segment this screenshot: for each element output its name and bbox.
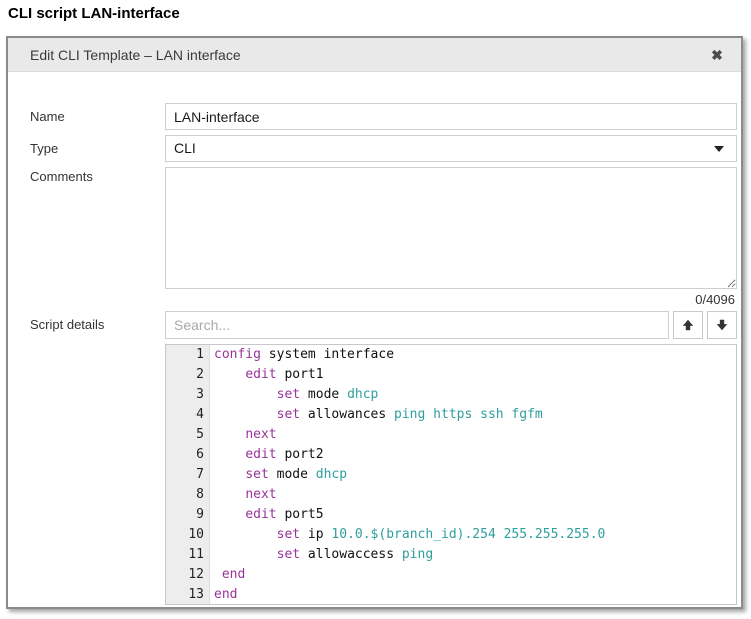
code-line[interactable]: 13end	[166, 585, 736, 605]
search-next-button[interactable]	[707, 311, 737, 339]
code-text: set allowaccess ping	[210, 545, 433, 565]
search-input[interactable]	[165, 311, 669, 339]
code-line[interactable]: 12 end	[166, 565, 736, 585]
line-number: 6	[166, 445, 210, 465]
edit-cli-template-dialog: Edit CLI Template – LAN interface ✖ Name…	[6, 36, 743, 609]
code-line[interactable]: 3 set mode dhcp	[166, 385, 736, 405]
line-number: 3	[166, 385, 210, 405]
name-input[interactable]	[165, 103, 737, 130]
comments-char-counter: 0/4096	[695, 292, 735, 307]
name-label: Name	[30, 103, 155, 130]
type-select-value: CLI	[174, 140, 196, 156]
dialog-title: Edit CLI Template – LAN interface	[30, 47, 241, 63]
code-text: edit port5	[210, 505, 324, 525]
code-line[interactable]: 4 set allowances ping https ssh fgfm	[166, 405, 736, 425]
comments-textarea[interactable]	[165, 167, 737, 289]
line-number: 9	[166, 505, 210, 525]
close-icon[interactable]: ✖	[707, 38, 727, 72]
code-text: set mode dhcp	[210, 385, 378, 405]
code-line[interactable]: 6 edit port2	[166, 445, 736, 465]
type-select[interactable]: CLI	[165, 135, 737, 162]
code-text: next	[210, 425, 277, 445]
chevron-down-icon	[714, 146, 724, 152]
code-text: config system interface	[210, 345, 394, 365]
line-number: 8	[166, 485, 210, 505]
code-line[interactable]: 8 next	[166, 485, 736, 505]
code-text: set mode dhcp	[210, 465, 347, 485]
line-number: 13	[166, 585, 210, 605]
code-text: edit port2	[210, 445, 324, 465]
line-number: 5	[166, 425, 210, 445]
arrow-down-icon	[715, 318, 729, 332]
code-text: set ip 10.0.$(branch_id).254 255.255.255…	[210, 525, 605, 545]
code-line[interactable]: 11 set allowaccess ping	[166, 545, 736, 565]
code-text: end	[210, 585, 237, 605]
search-previous-button[interactable]	[673, 311, 703, 339]
code-text: set allowances ping https ssh fgfm	[210, 405, 543, 425]
code-line[interactable]: 9 edit port5	[166, 505, 736, 525]
code-line[interactable]: 7 set mode dhcp	[166, 465, 736, 485]
line-number: 11	[166, 545, 210, 565]
code-line[interactable]: 2 edit port1	[166, 365, 736, 385]
script-code-editor[interactable]: 1config system interface2 edit port13 se…	[165, 344, 737, 605]
code-text: next	[210, 485, 277, 505]
line-number: 7	[166, 465, 210, 485]
script-details-label: Script details	[30, 311, 155, 339]
code-text: edit port1	[210, 365, 324, 385]
dialog-header: Edit CLI Template – LAN interface ✖	[8, 38, 741, 72]
page-title: CLI script LAN-interface	[8, 5, 180, 22]
line-number: 2	[166, 365, 210, 385]
line-number: 12	[166, 565, 210, 585]
code-line[interactable]: 1config system interface	[166, 345, 736, 365]
comments-label: Comments	[30, 169, 155, 184]
line-number: 4	[166, 405, 210, 425]
type-label: Type	[30, 135, 155, 162]
code-line[interactable]: 5 next	[166, 425, 736, 445]
code-line[interactable]: 10 set ip 10.0.$(branch_id).254 255.255.…	[166, 525, 736, 545]
line-number: 10	[166, 525, 210, 545]
arrow-up-icon	[681, 318, 695, 332]
line-number: 1	[166, 345, 210, 365]
code-text: end	[210, 565, 245, 585]
